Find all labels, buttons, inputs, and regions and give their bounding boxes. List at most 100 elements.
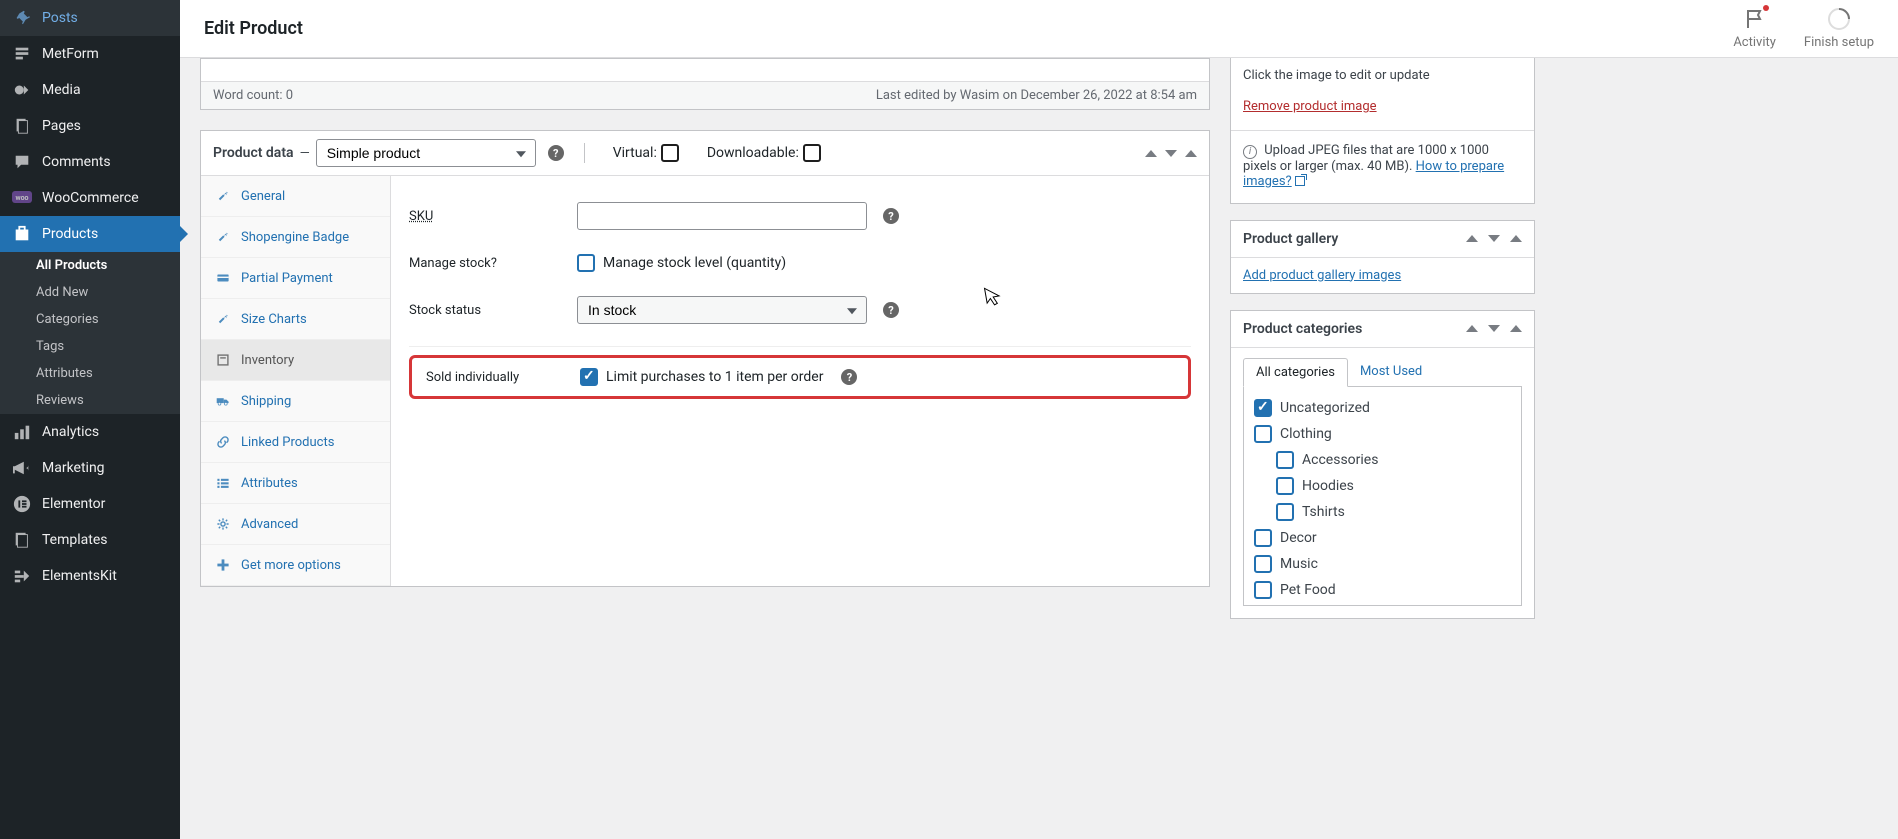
tab-linked-products[interactable]: Linked Products: [201, 422, 390, 463]
product-gallery-heading: Product gallery: [1243, 231, 1338, 247]
card-icon: [215, 270, 231, 286]
category-item[interactable]: Tshirts: [1254, 499, 1511, 525]
category-checkbox[interactable]: [1254, 399, 1272, 417]
gear-icon: [215, 516, 231, 532]
menu-arrow-icon: [180, 226, 188, 242]
sold-individually-checkbox[interactable]: [580, 368, 598, 386]
move-up-icon[interactable]: [1466, 235, 1478, 242]
remove-product-image-link[interactable]: Remove product image: [1243, 99, 1377, 114]
menu-comments[interactable]: Comments: [0, 144, 180, 180]
add-gallery-images-link[interactable]: Add product gallery images: [1243, 268, 1401, 283]
category-label: Clothing: [1280, 426, 1332, 442]
category-item[interactable]: Music: [1254, 551, 1511, 577]
menu-woocommerce[interactable]: woo WooCommerce: [0, 180, 180, 216]
category-checkbox[interactable]: [1254, 425, 1272, 443]
collapse-icon[interactable]: [1510, 325, 1522, 332]
menu-pages[interactable]: Pages: [0, 108, 180, 144]
tab-size-charts[interactable]: Size Charts: [201, 299, 390, 340]
finish-setup-button[interactable]: Finish setup: [1804, 7, 1874, 50]
product-data-panel: Product data — Simple product ? Virtual:…: [200, 130, 1210, 587]
category-item[interactable]: Pet Food: [1254, 577, 1511, 603]
submenu-reviews[interactable]: Reviews: [0, 387, 180, 414]
menu-elementskit[interactable]: ElementsKit: [0, 558, 180, 594]
move-down-icon[interactable]: [1488, 325, 1500, 332]
category-checkbox[interactable]: [1276, 477, 1294, 495]
tab-attributes[interactable]: Attributes: [201, 463, 390, 504]
tab-shopengine-badge[interactable]: Shopengine Badge: [201, 217, 390, 258]
menu-analytics[interactable]: Analytics: [0, 414, 180, 450]
manage-stock-checkbox[interactable]: [577, 254, 595, 272]
move-up-icon[interactable]: [1466, 325, 1478, 332]
product-categories-heading: Product categories: [1243, 321, 1362, 337]
tab-get-more-options[interactable]: Get more options: [201, 545, 390, 586]
tab-general[interactable]: General: [201, 176, 390, 217]
category-checkbox[interactable]: [1254, 555, 1272, 573]
manage-stock-text: Manage stock level (quantity): [603, 255, 786, 271]
submenu-tags[interactable]: Tags: [0, 333, 180, 360]
stock-status-select[interactable]: In stock: [577, 296, 867, 324]
form-icon: [12, 44, 32, 64]
svg-text:woo: woo: [15, 194, 28, 202]
finish-setup-label: Finish setup: [1804, 35, 1874, 50]
submenu-add-new[interactable]: Add New: [0, 279, 180, 306]
submenu-attributes[interactable]: Attributes: [0, 360, 180, 387]
tab-shipping[interactable]: Shipping: [201, 381, 390, 422]
downloadable-toggle[interactable]: Downloadable:: [707, 144, 821, 162]
help-icon[interactable]: ?: [883, 302, 899, 318]
product-type-select[interactable]: Simple product: [316, 139, 536, 167]
move-down-icon[interactable]: [1165, 150, 1177, 157]
tab-advanced[interactable]: Advanced: [201, 504, 390, 545]
virtual-checkbox[interactable]: [661, 144, 679, 162]
product-data-heading: Product data: [213, 145, 294, 161]
help-icon[interactable]: ?: [548, 145, 564, 161]
category-label: Decor: [1280, 530, 1317, 546]
sku-input[interactable]: [577, 202, 867, 230]
inventory-panel: SKU ? Manage stock? Manage stock level (…: [391, 176, 1209, 586]
flag-icon: [1743, 7, 1767, 31]
menu-products[interactable]: Products: [0, 216, 180, 252]
downloadable-label: Downloadable:: [707, 145, 799, 161]
category-checkbox[interactable]: [1254, 529, 1272, 547]
category-item[interactable]: Decor: [1254, 525, 1511, 551]
wrench-icon: [215, 188, 231, 204]
woo-icon: woo: [12, 188, 32, 208]
collapse-icon[interactable]: [1510, 235, 1522, 242]
category-label: Hoodies: [1302, 478, 1354, 494]
menu-label: Pages: [42, 118, 81, 134]
downloadable-checkbox[interactable]: [803, 144, 821, 162]
submenu-categories[interactable]: Categories: [0, 306, 180, 333]
category-checkbox[interactable]: [1254, 581, 1272, 599]
menu-elementor[interactable]: Elementor: [0, 486, 180, 522]
manage-stock-label: Manage stock?: [409, 256, 577, 271]
category-item[interactable]: Clothing: [1254, 421, 1511, 447]
elementskit-icon: [12, 566, 32, 586]
link-icon: [215, 434, 231, 450]
tab-most-used[interactable]: Most Used: [1348, 358, 1434, 386]
menu-media[interactable]: Media: [0, 72, 180, 108]
virtual-toggle[interactable]: Virtual:: [613, 144, 679, 162]
tab-partial-payment[interactable]: Partial Payment: [201, 258, 390, 299]
move-up-icon[interactable]: [1145, 150, 1157, 157]
help-icon[interactable]: ?: [883, 208, 899, 224]
product-image-metabox: Click the image to edit or update Remove…: [1230, 58, 1535, 204]
category-item[interactable]: Hoodies: [1254, 473, 1511, 499]
activity-button[interactable]: Activity: [1733, 7, 1776, 50]
help-icon[interactable]: ?: [841, 369, 857, 385]
category-item[interactable]: Uncategorized: [1254, 395, 1511, 421]
menu-metform[interactable]: MetForm: [0, 36, 180, 72]
tab-all-categories[interactable]: All categories: [1243, 358, 1348, 387]
category-label: Pet Food: [1280, 582, 1336, 598]
menu-templates[interactable]: Templates: [0, 522, 180, 558]
category-checkbox[interactable]: [1276, 451, 1294, 469]
tab-inventory[interactable]: Inventory: [201, 340, 390, 381]
category-item[interactable]: Accessories: [1254, 447, 1511, 473]
category-label: Tshirts: [1302, 504, 1345, 520]
menu-marketing[interactable]: Marketing: [0, 450, 180, 486]
move-down-icon[interactable]: [1488, 235, 1500, 242]
collapse-icon[interactable]: [1185, 150, 1197, 157]
menu-label: MetForm: [42, 46, 99, 62]
category-checkbox[interactable]: [1276, 503, 1294, 521]
category-list[interactable]: Uncategorized Clothing Accessories Hoodies T…: [1243, 386, 1522, 606]
submenu-all-products[interactable]: All Products: [0, 252, 180, 279]
menu-posts[interactable]: Posts: [0, 0, 180, 36]
